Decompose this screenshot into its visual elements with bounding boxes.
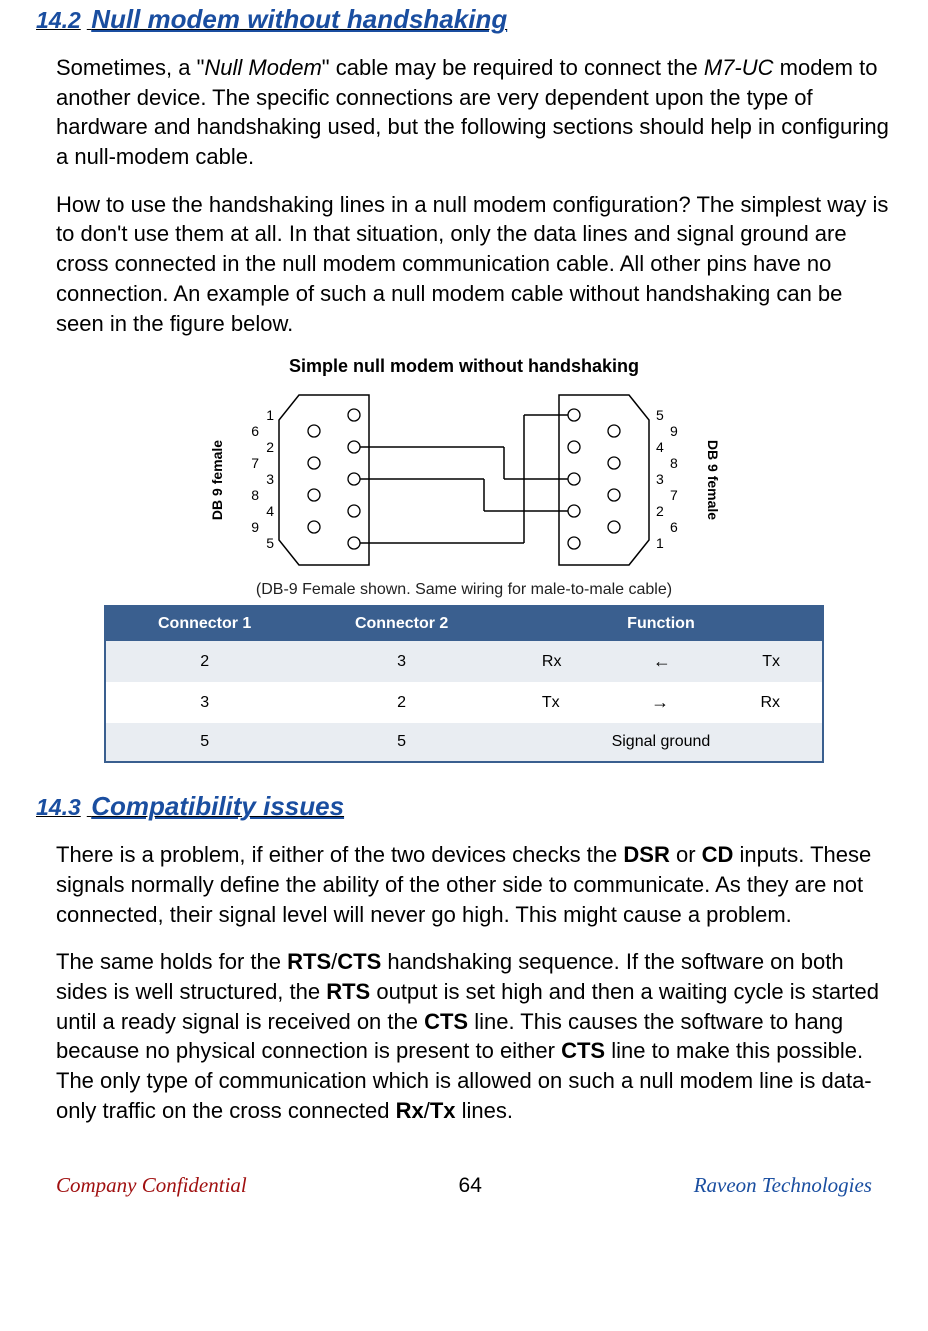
th-connector1: Connector 1 [105,606,303,641]
svg-text:7: 7 [251,455,259,471]
section-14-3-number: 14.3 [36,794,81,820]
section-14-2-para2: How to use the handshaking lines in a nu… [36,190,892,338]
left-connector-label: DB 9 female [209,440,225,520]
svg-text:1: 1 [266,407,274,423]
footer-confidential: Company Confidential [56,1173,247,1198]
svg-text:6: 6 [670,519,678,535]
section-14-3-heading: 14.3 Compatibility issues [36,791,892,822]
svg-text:2: 2 [266,439,274,455]
svg-text:9: 9 [670,423,678,439]
section-14-2-title: Null modem without handshaking [91,4,507,34]
table-row: 5 5 Signal ground [105,723,823,762]
svg-text:8: 8 [251,487,259,503]
svg-text:3: 3 [266,471,274,487]
section-14-2-para1: Sometimes, a "Null Modem" cable may be r… [36,53,892,172]
svg-text:7: 7 [670,487,678,503]
section-14-3-title: Compatibility issues [91,791,344,821]
figure-title: Simple null modem without handshaking [36,356,892,377]
right-connector-label: DB 9 female [705,440,721,520]
svg-text:5: 5 [656,407,664,423]
svg-text:5: 5 [266,535,274,551]
section-14-2-number: 14.2 [36,7,81,33]
null-modem-diagram: DB 9 female DB 9 female 1 2 3 4 5 6 7 8 … [36,385,892,575]
table-row: 2 3 Rx ← Tx [105,641,823,682]
arrow-right-icon: → [651,692,669,713]
th-connector2: Connector 2 [303,606,500,641]
svg-text:4: 4 [266,503,274,519]
arrow-left-icon: ← [653,651,671,672]
pinout-table: Connector 1 Connector 2 Function 2 3 Rx … [104,605,824,763]
svg-text:2: 2 [656,503,664,519]
svg-text:6: 6 [251,423,259,439]
svg-text:8: 8 [670,455,678,471]
page-footer: Company Confidential 64 Raveon Technolog… [36,1143,892,1208]
svg-text:3: 3 [656,471,664,487]
svg-text:4: 4 [656,439,664,455]
section-14-3-para2: The same holds for the RTS/CTS handshaki… [36,947,892,1125]
null-modem-svg: DB 9 female DB 9 female 1 2 3 4 5 6 7 8 … [204,385,724,575]
th-function: Function [500,606,823,641]
table-row: 3 2 Tx → Rx [105,682,823,723]
figure-caption: (DB-9 Female shown. Same wiring for male… [36,581,892,599]
section-14-3-para1: There is a problem, if either of the two… [36,840,892,929]
svg-text:9: 9 [251,519,259,535]
svg-text:1: 1 [656,535,664,551]
footer-company: Raveon Technologies [694,1173,872,1198]
footer-page-number: 64 [459,1174,482,1198]
section-14-2-heading: 14.2 Null modem without handshaking [36,4,892,35]
